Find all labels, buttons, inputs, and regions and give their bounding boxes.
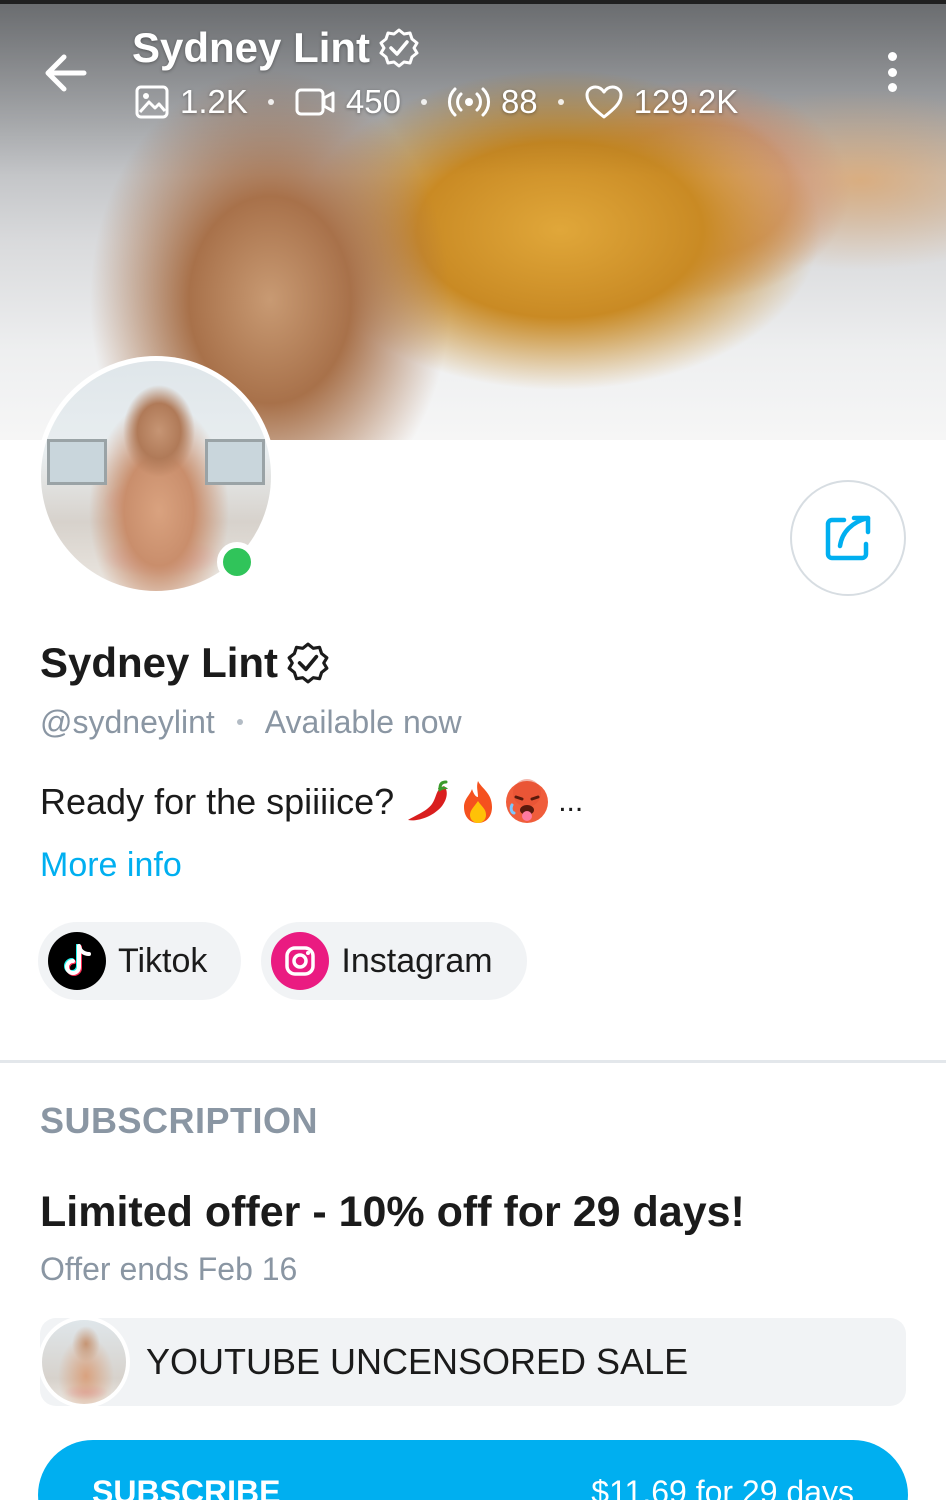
promo-message: YOUTUBE UNCENSORED SALE bbox=[146, 1341, 689, 1382]
profile-bio: Ready for the spiiiice? ... bbox=[40, 776, 583, 828]
subscribe-price: $11.69 for 29 days bbox=[591, 1474, 854, 1500]
more-vertical-icon-dot bbox=[887, 83, 897, 92]
more-vertical-icon-dot bbox=[887, 52, 897, 61]
share-icon bbox=[825, 515, 871, 561]
profile-handle: @sydneylint bbox=[40, 703, 215, 740]
promo-avatar bbox=[38, 1316, 130, 1408]
hot-face-icon bbox=[506, 779, 549, 823]
tiktok-icon bbox=[48, 932, 106, 990]
live-stream-icon bbox=[447, 87, 490, 117]
subscription-heading: SUBSCRIPTION bbox=[40, 1100, 319, 1141]
stat-videos-value: 450 bbox=[345, 83, 401, 120]
arrow-left-icon bbox=[45, 54, 87, 92]
instagram-icon bbox=[271, 932, 330, 990]
more-options-button[interactable] bbox=[874, 48, 910, 96]
stat-likes: 129.2K bbox=[584, 83, 739, 121]
header-name: Sydney Lint bbox=[132, 24, 371, 71]
header-title: Sydney Lint bbox=[132, 20, 420, 76]
profile-name-text: Sydney Lint bbox=[40, 639, 279, 686]
back-button[interactable] bbox=[38, 46, 92, 100]
subscribe-label: SUBSCRIBE bbox=[92, 1474, 281, 1500]
stat-separator bbox=[557, 99, 564, 105]
social-link-tiktok[interactable]: Tiktok bbox=[38, 922, 242, 1000]
online-status-dot bbox=[217, 542, 257, 582]
chili-pepper-icon bbox=[408, 780, 449, 821]
promo-message-box: YOUTUBE UNCENSORED SALE bbox=[38, 1316, 906, 1408]
stat-photos: 1.2K bbox=[134, 83, 248, 121]
more-info-link[interactable]: More info bbox=[40, 842, 182, 888]
social-link-instagram[interactable]: Instagram bbox=[261, 922, 527, 1000]
stat-streams-value: 88 bbox=[500, 83, 538, 120]
handle-separator bbox=[236, 719, 243, 725]
social-label-tiktok: Tiktok bbox=[118, 941, 208, 980]
bio-ellipsis: ... bbox=[558, 785, 584, 818]
bio-emojis: ... bbox=[404, 779, 583, 825]
verified-icon bbox=[287, 642, 329, 684]
offer-title: Limited offer - 10% off for 29 days! bbox=[40, 1187, 745, 1236]
video-icon bbox=[295, 88, 335, 116]
image-icon bbox=[135, 85, 169, 119]
social-label-instagram: Instagram bbox=[341, 941, 493, 980]
fire-icon bbox=[464, 781, 493, 823]
section-divider bbox=[0, 1060, 946, 1063]
profile-name: Sydney Lint bbox=[40, 634, 330, 692]
offer-ends: Offer ends Feb 16 bbox=[40, 1250, 298, 1287]
verified-icon bbox=[379, 28, 419, 68]
stat-separator bbox=[420, 99, 427, 105]
bio-text: Ready for the spiiiice? bbox=[40, 781, 395, 822]
stat-videos: 450 bbox=[294, 83, 401, 121]
stat-photos-value: 1.2K bbox=[180, 83, 248, 120]
header-stats: 1.2K 450 88 129.2K bbox=[134, 80, 738, 124]
share-button[interactable] bbox=[790, 480, 906, 596]
avatar-window-left bbox=[47, 439, 107, 485]
stat-streams: 88 bbox=[447, 83, 538, 121]
avatar-window-right bbox=[205, 439, 265, 485]
subscribe-button[interactable]: SUBSCRIBE $11.69 for 29 days bbox=[38, 1440, 908, 1500]
stat-likes-value: 129.2K bbox=[633, 83, 739, 120]
heart-icon bbox=[585, 85, 623, 119]
more-vertical-icon-dot bbox=[887, 67, 897, 77]
handle-row: @sydneylint Available now bbox=[40, 700, 462, 744]
stat-separator bbox=[267, 99, 274, 105]
availability-status: Available now bbox=[264, 703, 462, 740]
social-links: Tiktok Instagram bbox=[38, 922, 527, 1000]
